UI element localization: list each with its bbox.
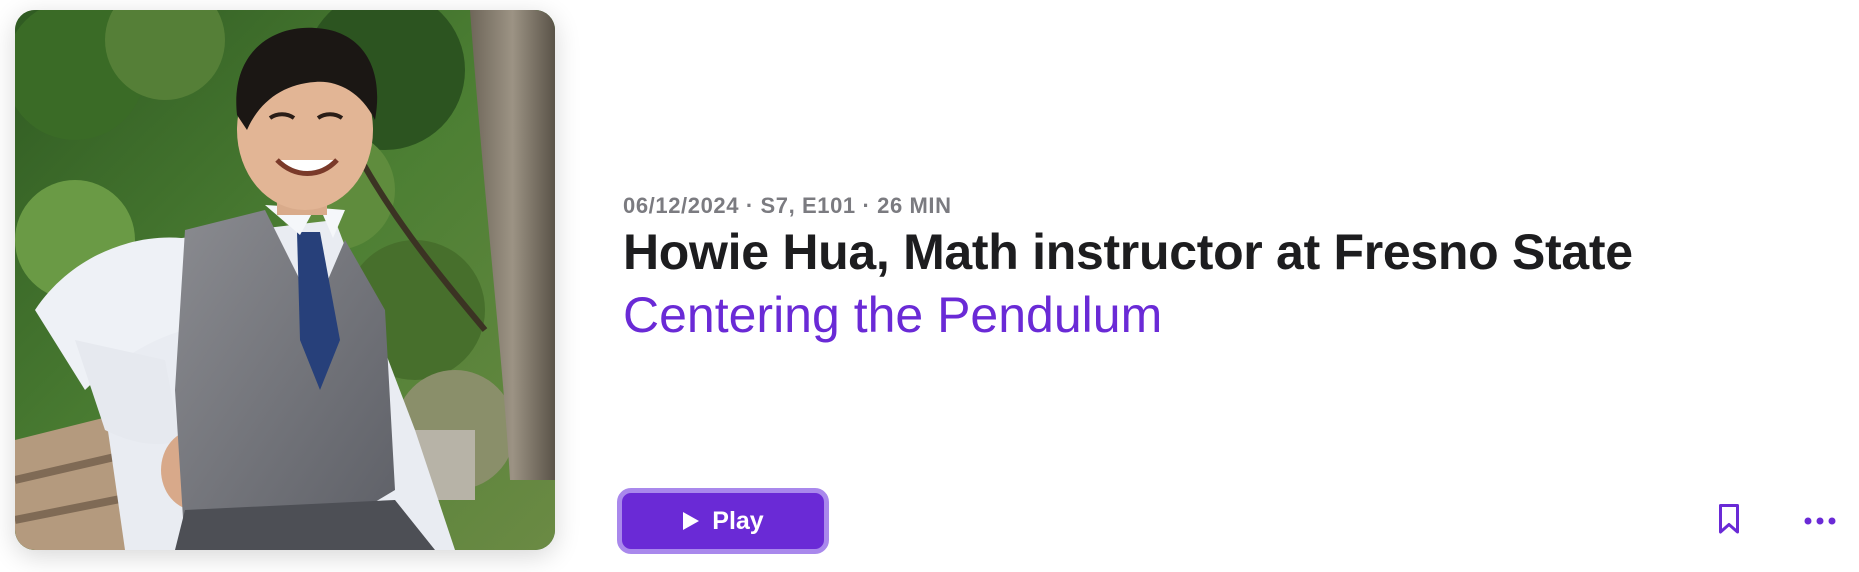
play-label: Play [712, 506, 764, 535]
more-icon [1804, 513, 1836, 528]
host-photo [15, 10, 555, 550]
episode-header: 06/12/2024 · S7, E101 · 26 MIN Howie Hua… [0, 0, 1859, 572]
more-button[interactable] [1800, 498, 1840, 542]
episode-title: Howie Hua, Math instructor at Fresno Sta… [623, 224, 1633, 280]
episode-artwork [15, 10, 555, 550]
show-name-link[interactable]: Centering the Pendulum [623, 285, 1162, 345]
play-icon [682, 511, 700, 531]
bookmark-icon [1718, 503, 1740, 538]
play-button[interactable]: Play [617, 488, 829, 554]
episode-meta: 06/12/2024 · S7, E101 · 26 MIN [623, 193, 952, 218]
bookmark-button[interactable] [1714, 498, 1744, 542]
